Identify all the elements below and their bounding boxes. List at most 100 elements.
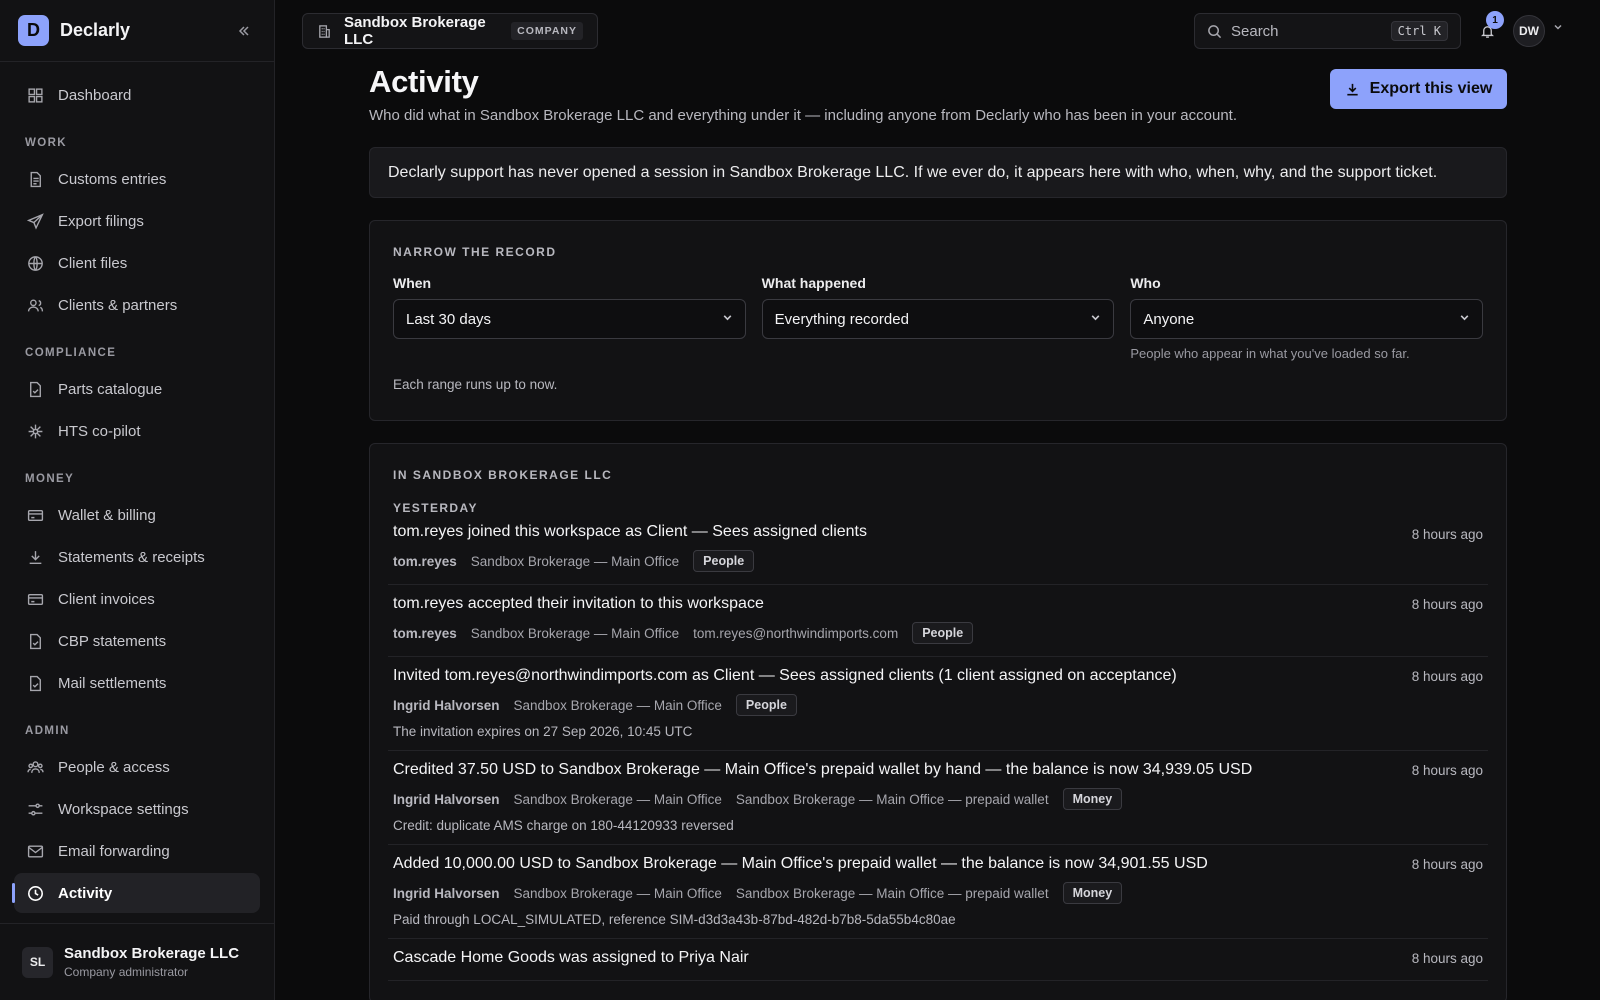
when-select[interactable]: Last 30 days bbox=[393, 299, 746, 339]
sidebar-item-label: Wallet & billing bbox=[58, 506, 156, 524]
user-avatar[interactable]: DW bbox=[1513, 15, 1545, 47]
sidebar-item-hts-co-pilot[interactable]: HTS co-pilot bbox=[14, 411, 260, 451]
what-value: Everything recorded bbox=[774, 310, 909, 328]
sidebar-item-parts-catalogue[interactable]: Parts catalogue bbox=[14, 369, 260, 409]
sidebar-item-label: HTS co-pilot bbox=[58, 422, 141, 440]
sidebar-section-money: MONEY bbox=[25, 473, 75, 485]
send-icon bbox=[26, 212, 44, 230]
card-icon bbox=[26, 506, 44, 524]
sidebar-item-label: Mail settlements bbox=[58, 674, 167, 692]
when-value: Last 30 days bbox=[406, 310, 492, 328]
entry-meta: tom.reyes Sandbox Brokerage — Main Office… bbox=[393, 549, 1483, 573]
sidebar-section-compliance: COMPLIANCE bbox=[25, 347, 117, 359]
entry-meta: tom.reyes Sandbox Brokerage — Main Office… bbox=[393, 621, 1483, 645]
export-view-label: Export this view bbox=[1369, 80, 1493, 97]
filters-card: NARROW THE RECORD When Last 30 days What… bbox=[369, 220, 1507, 421]
what-select[interactable]: Everything recorded bbox=[761, 299, 1115, 339]
company-switcher[interactable]: Sandbox Brokerage LLC COMPANY bbox=[302, 13, 598, 49]
chevron-down-icon bbox=[1090, 312, 1101, 326]
sparkle-icon bbox=[26, 422, 44, 440]
who-value: Anyone bbox=[1143, 310, 1195, 328]
day-label: YESTERDAY bbox=[393, 501, 478, 515]
entry-actor: Ingrid Halvorsen bbox=[393, 791, 500, 807]
sidebar-item-wallet-and-billing[interactable]: Wallet & billing bbox=[14, 495, 260, 535]
sidebar-section-work: WORK bbox=[25, 137, 68, 149]
entry-actor: Ingrid Halvorsen bbox=[393, 885, 500, 901]
collapse-sidebar-icon[interactable] bbox=[232, 19, 256, 43]
sidebar-item-label: Clients & partners bbox=[58, 296, 178, 314]
sidebar-item-dashboard[interactable]: Dashboard bbox=[14, 75, 260, 115]
sidebar-item-label: Client files bbox=[58, 254, 128, 272]
sidebar-item-client-files[interactable]: Client files bbox=[14, 243, 260, 283]
activity-entry[interactable]: Invited tom.reyes@northwindimports.com a… bbox=[388, 657, 1488, 751]
org-name: Sandbox Brokerage LLC bbox=[64, 945, 240, 962]
entry-note: Paid through LOCAL_SIMULATED, reference … bbox=[393, 912, 956, 927]
activity-entry[interactable]: tom.reyes accepted their invitation to t… bbox=[388, 585, 1488, 657]
filter-who-label: Who bbox=[1130, 275, 1161, 291]
entry-title: tom.reyes joined this workspace as Clien… bbox=[393, 523, 867, 540]
grid-icon bbox=[26, 86, 44, 104]
sidebar-item-email-forwarding[interactable]: Email forwarding bbox=[14, 831, 260, 871]
entry-context: Sandbox Brokerage — Main Office — prepai… bbox=[735, 791, 1049, 807]
support-notice: Declarly support has never opened a sess… bbox=[369, 147, 1507, 198]
range-note: Each range runs up to now. bbox=[393, 377, 558, 392]
filters-heading: NARROW THE RECORD bbox=[393, 245, 557, 259]
sidebar-item-label: Customs entries bbox=[58, 170, 167, 188]
activity-list: tom.reyes joined this workspace as Clien… bbox=[388, 515, 1488, 981]
sidebar-item-mail-settlements[interactable]: Mail settlements bbox=[14, 663, 260, 703]
entry-title: Invited tom.reyes@northwindimports.com a… bbox=[393, 667, 1177, 684]
search-input[interactable]: Search Ctrl K bbox=[1194, 13, 1461, 49]
entry-time: 8 hours ago bbox=[1411, 527, 1483, 542]
sidebar-item-label: Parts catalogue bbox=[58, 380, 163, 398]
search-icon bbox=[1207, 24, 1222, 39]
entry-note: Credit: duplicate AMS charge on 180-4412… bbox=[393, 818, 734, 833]
entry-meta: Ingrid Halvorsen Sandbox Brokerage — Main… bbox=[393, 693, 1483, 717]
company-name: Sandbox Brokerage LLC bbox=[344, 14, 486, 48]
activity-entry[interactable]: tom.reyes joined this workspace as Clien… bbox=[388, 515, 1488, 585]
entry-title: Cascade Home Goods was assigned to Priya… bbox=[393, 949, 749, 966]
sidebar-item-customs-entries[interactable]: Customs entries bbox=[14, 159, 260, 199]
filter-what: What happened Everything recorded bbox=[761, 275, 1115, 361]
filter-what-label: What happened bbox=[761, 275, 866, 291]
sidebar: D Declarly Dashboard WORK Customs entries E… bbox=[0, 0, 275, 1000]
entry-time: 8 hours ago bbox=[1411, 669, 1483, 684]
org-switcher[interactable]: SL Sandbox Brokerage LLC Company adminis… bbox=[0, 923, 274, 1000]
filter-who: Who Anyone People who appear in what you… bbox=[1130, 275, 1484, 361]
file-check-icon bbox=[26, 674, 44, 692]
sidebar-item-export-filings[interactable]: Export filings bbox=[14, 201, 260, 241]
sidebar-item-people-and-access[interactable]: People & access bbox=[14, 747, 260, 787]
sidebar-item-cbp-statements[interactable]: CBP statements bbox=[14, 621, 260, 661]
sidebar-item-workspace-settings[interactable]: Workspace settings bbox=[14, 789, 260, 829]
sidebar-item-label: CBP statements bbox=[58, 632, 167, 650]
entry-context: Sandbox Brokerage — Main Office bbox=[470, 553, 680, 569]
page-subtitle: Who did what in Sandbox Brokerage LLC an… bbox=[369, 107, 1238, 124]
clock-icon bbox=[26, 884, 44, 902]
chevron-down-icon[interactable] bbox=[1553, 22, 1563, 35]
sliders-icon bbox=[26, 800, 44, 818]
brand-name: Declarly bbox=[60, 20, 131, 40]
entry-category-tag: People bbox=[912, 622, 974, 644]
entry-note: The invitation expires on 27 Sep 2026, 1… bbox=[393, 724, 693, 739]
activity-entry[interactable]: Added 10,000.00 USD to Sandbox Brokerage… bbox=[388, 845, 1488, 939]
activity-heading: IN SANDBOX BROKERAGE LLC bbox=[393, 468, 613, 482]
sidebar-item-clients-and-partners[interactable]: Clients & partners bbox=[14, 285, 260, 325]
search-placeholder: Search bbox=[1231, 22, 1279, 40]
sidebar-item-label: Activity bbox=[58, 884, 113, 902]
who-select[interactable]: Anyone bbox=[1130, 299, 1484, 339]
entry-actor: Ingrid Halvorsen bbox=[393, 697, 500, 713]
entry-actor: tom.reyes bbox=[393, 553, 457, 569]
export-view-button[interactable]: Export this view bbox=[1330, 69, 1507, 109]
mail-icon bbox=[26, 842, 44, 860]
brand-logo[interactable]: D bbox=[18, 15, 49, 46]
entry-title: Credited 37.50 USD to Sandbox Brokerage … bbox=[393, 761, 1253, 778]
sidebar-item-activity[interactable]: Activity bbox=[12, 873, 260, 913]
entry-time: 8 hours ago bbox=[1411, 857, 1483, 872]
entry-context: Sandbox Brokerage — Main Office bbox=[470, 625, 680, 641]
sidebar-item-statements-and-receipts[interactable]: Statements & receipts bbox=[14, 537, 260, 577]
activity-entry[interactable]: Credited 37.50 USD to Sandbox Brokerage … bbox=[388, 751, 1488, 845]
entry-context: Sandbox Brokerage — Main Office bbox=[513, 697, 722, 713]
sidebar-item-label: Dashboard bbox=[58, 86, 132, 104]
main-content: Activity Who did what in Sandbox Brokera… bbox=[369, 62, 1507, 1000]
activity-entry[interactable]: Cascade Home Goods was assigned to Priya… bbox=[388, 939, 1488, 981]
sidebar-item-client-invoices[interactable]: Client invoices bbox=[14, 579, 260, 619]
